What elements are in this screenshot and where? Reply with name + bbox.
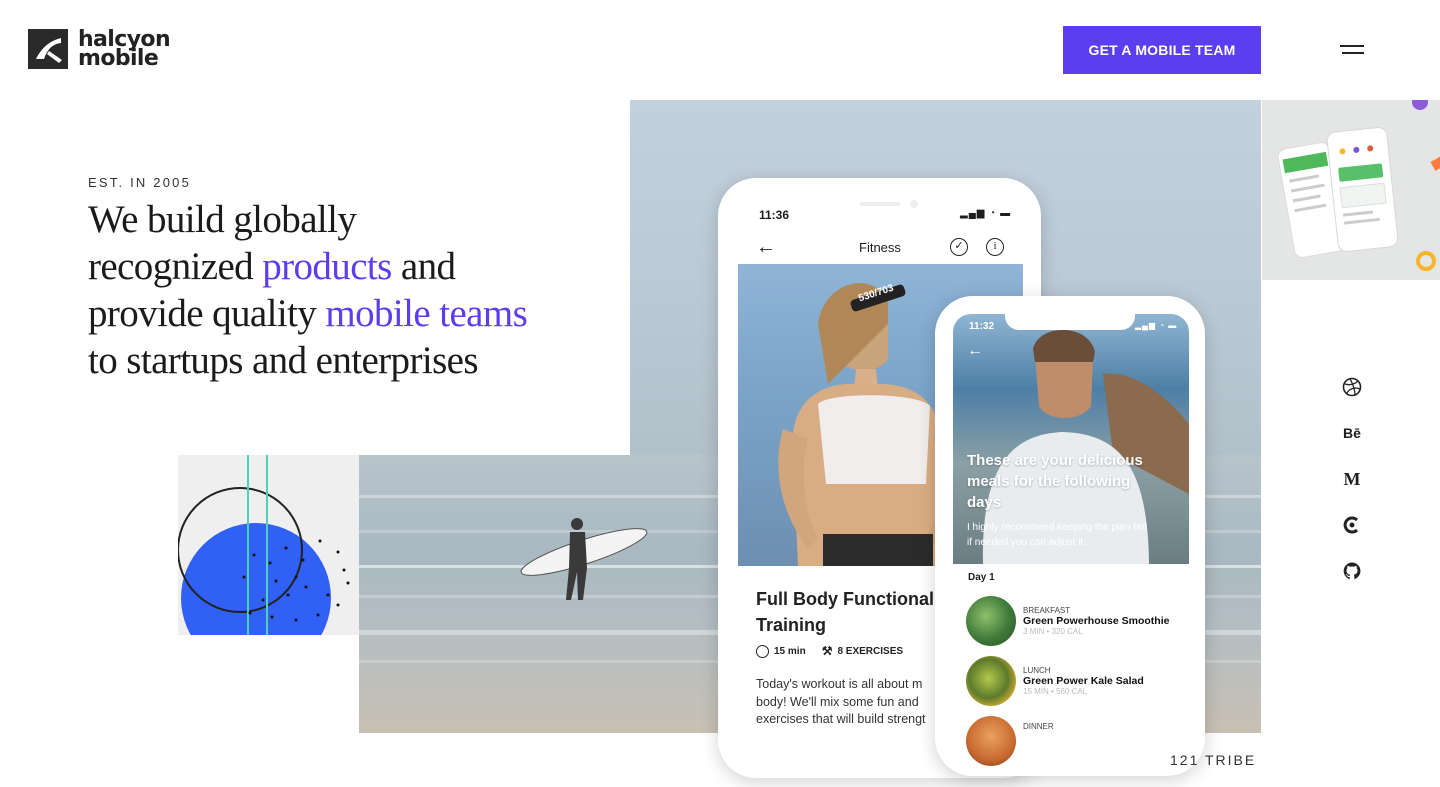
dribbble-icon[interactable] bbox=[1338, 373, 1366, 401]
meal-item[interactable]: DINNER bbox=[966, 716, 1054, 766]
behance-icon[interactable]: Bē bbox=[1338, 419, 1366, 447]
mobile-teams-link[interactable]: mobile teams bbox=[325, 292, 527, 335]
workout-description: Today's workout is all about m body! We'… bbox=[756, 677, 926, 726]
meals-headline: These are your delicious meals for the f… bbox=[967, 452, 1143, 511]
headline-line-1: We build globally bbox=[88, 198, 357, 241]
headline-line-3: provide quality mobile teams bbox=[88, 292, 528, 335]
project-thumbnail[interactable] bbox=[1262, 100, 1440, 280]
project-name-label[interactable]: 121 TRIBE bbox=[1170, 752, 1256, 768]
screen-title: Fitness bbox=[859, 240, 901, 255]
dumbbell-icon: ⚒ bbox=[821, 644, 833, 658]
meals-subtitle: I highly recommend keeping the plan but … bbox=[967, 522, 1148, 548]
back-arrow-icon[interactable]: ← bbox=[967, 342, 983, 360]
meal-kind: BREAKFAST bbox=[1023, 606, 1071, 615]
duration-label: 15 min bbox=[774, 645, 806, 657]
meal-name: Green Power Kale Salad bbox=[1023, 675, 1144, 687]
halcyon-logo-icon bbox=[28, 29, 68, 69]
day-label: Day 1 bbox=[968, 572, 995, 583]
info-icon[interactable]: i bbox=[986, 238, 1004, 256]
brand-wordmark: halcyon mobile bbox=[78, 29, 171, 71]
meal-hero-photo: ← These are your delicious meals for the… bbox=[953, 314, 1189, 564]
meal-meta: 3 MIN • 320 CAL bbox=[1023, 627, 1083, 636]
decorative-graphic bbox=[178, 455, 359, 635]
meal-thumbnail bbox=[966, 656, 1016, 706]
meal-name: Green Powerhouse Smoothie bbox=[1023, 615, 1170, 627]
headline-line-4: to startups and enterprises bbox=[88, 339, 479, 382]
hero-headline: We build globally recognized products an… bbox=[88, 196, 618, 384]
exercises-label: 8 EXERCISES bbox=[837, 645, 904, 657]
status-time: 11:36 bbox=[759, 208, 790, 222]
meal-kind: LUNCH bbox=[1023, 666, 1051, 675]
surfer-figure bbox=[520, 518, 648, 600]
meal-plan-app-mockup: ← These are your delicious meals for the… bbox=[935, 296, 1205, 776]
github-icon[interactable] bbox=[1338, 557, 1366, 585]
meal-item[interactable]: LUNCH Green Power Kale Salad 15 MIN • 56… bbox=[966, 656, 1144, 706]
meal-thumbnail bbox=[966, 716, 1016, 766]
headline-line-2: recognized products and bbox=[88, 245, 456, 288]
check-circle-icon[interactable]: ✓ bbox=[950, 238, 968, 256]
workout-title: Full Body Functional Training bbox=[756, 589, 934, 635]
products-link[interactable]: products bbox=[262, 245, 392, 288]
status-time: 11:32 bbox=[969, 321, 995, 332]
brand-logo[interactable]: halcyon mobile bbox=[28, 29, 171, 71]
status-signal-icon: ▂▄▆ ◔ ▬ bbox=[960, 208, 1012, 219]
meal-item[interactable]: BREAKFAST Green Powerhouse Smoothie 3 MI… bbox=[966, 596, 1169, 646]
clock-icon bbox=[756, 644, 769, 658]
hamburger-menu-icon[interactable] bbox=[1338, 42, 1366, 58]
meal-thumbnail bbox=[966, 596, 1016, 646]
status-signal-icon: ▂▄▆ ◔ ▬ bbox=[1135, 321, 1178, 330]
meal-meta: 15 MIN • 560 CAL bbox=[1023, 687, 1088, 696]
established-label: EST. IN 2005 bbox=[88, 175, 191, 190]
get-mobile-team-button[interactable]: GET A MOBILE TEAM bbox=[1063, 26, 1261, 74]
brand-line2: mobile bbox=[78, 46, 159, 71]
medium-icon[interactable]: M bbox=[1338, 465, 1366, 493]
back-arrow-icon[interactable]: ← bbox=[756, 236, 776, 259]
meal-kind: DINNER bbox=[1023, 722, 1054, 731]
clutch-icon[interactable] bbox=[1338, 511, 1366, 539]
